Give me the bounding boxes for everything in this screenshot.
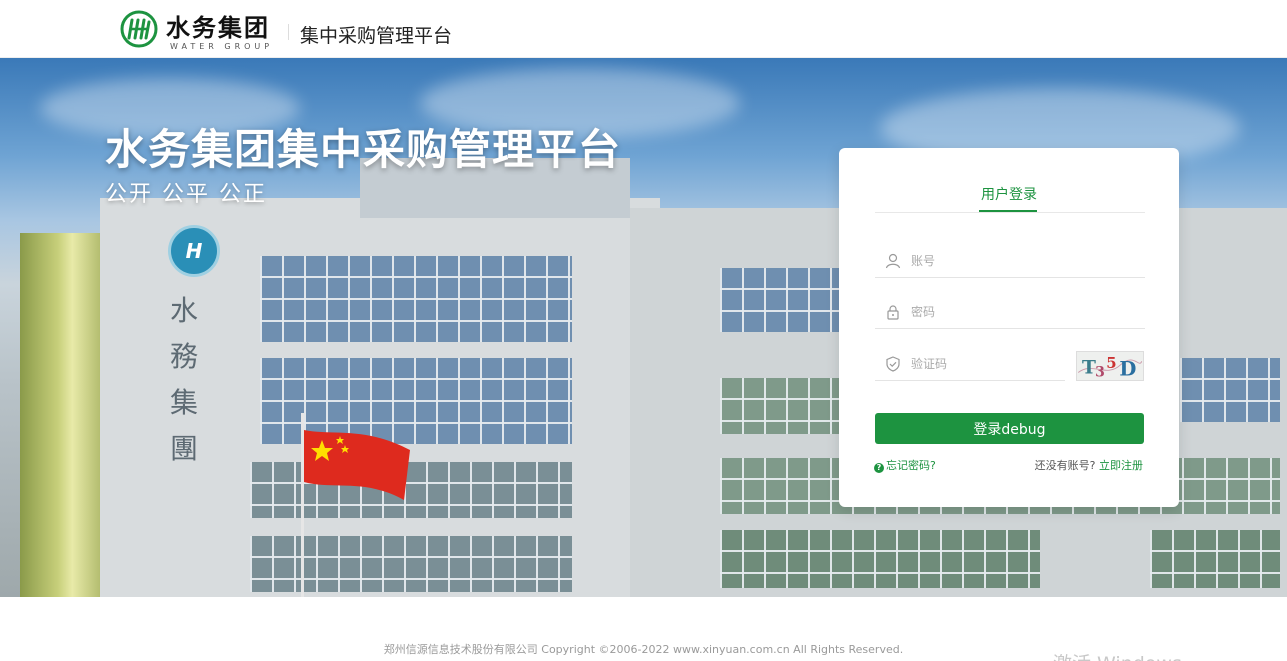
window-grid: [1150, 530, 1280, 588]
captcha-image[interactable]: T 3 5 D: [1076, 351, 1144, 381]
top-header: 水务集团 WATER GROUP 集中采购管理平台: [0, 0, 1287, 58]
window-grid: [250, 536, 572, 592]
building-sign-char: 集: [170, 386, 199, 419]
water-group-logo-icon: [120, 10, 158, 48]
tab-user-login[interactable]: 用户登录: [839, 184, 1179, 204]
window-grid: [1180, 358, 1280, 422]
captcha-char: T: [1082, 356, 1096, 378]
shield-check-icon: [886, 356, 900, 372]
window-grid: [720, 378, 840, 434]
building-sign-char: 水: [170, 294, 199, 327]
window-grid: [250, 462, 572, 518]
register-row: 还没有账号? 立即注册: [1035, 457, 1143, 473]
logo-english-text: WATER GROUP: [170, 42, 274, 51]
china-flag-icon: [304, 430, 410, 500]
window-grid: [720, 530, 1040, 588]
login-card: 用户登录 T 3 5 D 登录debug ?忘记密码? 还没: [839, 148, 1179, 507]
tab-divider: [875, 212, 1145, 213]
register-link[interactable]: 立即注册: [1099, 459, 1143, 472]
password-input[interactable]: [911, 301, 1131, 323]
building-sign: 水 務 集 團: [170, 288, 200, 472]
username-field: [875, 244, 1145, 278]
forgot-password-link[interactable]: ? 忘记密码?: [874, 457, 936, 473]
building-sign-char: 團: [170, 432, 199, 465]
windows-activation-watermark: 激活 Windows: [1053, 649, 1182, 661]
banner-slogan: 公开 公平 公正: [105, 182, 267, 207]
captcha-char: 5: [1106, 354, 1116, 372]
building-logo-icon: H: [168, 225, 220, 277]
window-grid: [720, 268, 840, 332]
platform-title: 集中采购管理平台: [300, 25, 453, 47]
logo-chinese-text: 水务集团: [166, 13, 270, 42]
banner-title: 水务集团集中采购管理平台: [105, 125, 622, 174]
captcha-field: [875, 347, 1131, 381]
login-button[interactable]: 登录debug: [875, 413, 1144, 444]
window-grid: [260, 256, 572, 342]
no-account-text: 还没有账号?: [1034, 459, 1096, 472]
building-sign-char: 務: [170, 340, 199, 373]
forgot-password-label: 忘记密码?: [886, 459, 936, 472]
header-divider: [288, 24, 289, 40]
username-input[interactable]: [911, 250, 1131, 272]
question-icon: ?: [874, 463, 884, 473]
password-field: [875, 295, 1145, 329]
tab-active-indicator: [979, 210, 1037, 212]
captcha-char: D: [1119, 357, 1136, 380]
user-icon: [885, 253, 901, 269]
lock-icon: [887, 305, 899, 320]
captcha-char: 3: [1095, 364, 1105, 380]
